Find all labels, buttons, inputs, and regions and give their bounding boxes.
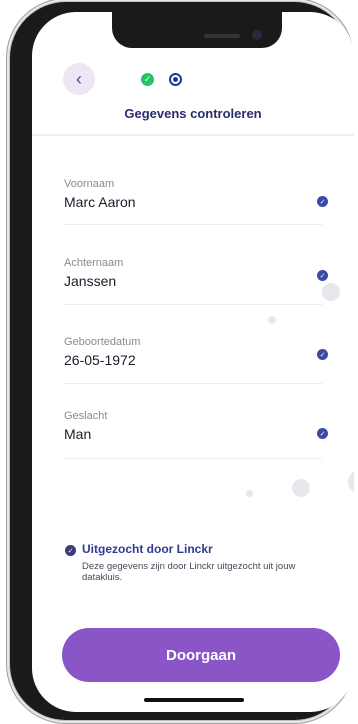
speaker — [204, 34, 240, 38]
page-title: Gegevens controleren — [124, 106, 262, 121]
field-value: Man — [64, 426, 92, 442]
field-divider — [64, 458, 322, 459]
field-geslacht: Geslacht Man — [64, 410, 322, 442]
field-label: Geboortedatum — [64, 336, 141, 348]
verified-check-icon: ✓ — [317, 270, 328, 281]
field-divider — [64, 304, 322, 305]
check-icon: ✓ — [143, 74, 152, 84]
info-text: Deze gegevens zijn door Linckr uitgezoch… — [82, 561, 296, 583]
field-label: Geslacht — [64, 410, 108, 422]
decor-dot — [268, 316, 276, 324]
home-indicator — [144, 698, 244, 702]
screen: ‹ ✓ Gegevens controleren Voornaam Marc A… — [32, 12, 354, 712]
field-value: Marc Aaron — [64, 194, 136, 210]
field-voornaam: Voornaam Marc Aaron — [64, 178, 322, 210]
field-divider — [64, 224, 322, 225]
verified-check-icon: ✓ — [317, 428, 328, 439]
notch — [112, 12, 282, 48]
field-label: Voornaam — [64, 178, 115, 190]
step-current-indicator — [169, 73, 182, 86]
field-achternaam: Achternaam Janssen — [64, 257, 322, 289]
field-label: Achternaam — [64, 257, 124, 269]
field-value: 26-05-1972 — [64, 352, 136, 368]
decor-dot — [348, 470, 354, 494]
verified-check-icon: ✓ — [317, 196, 328, 207]
decor-dot — [246, 490, 253, 497]
verified-check-icon: ✓ — [317, 349, 328, 360]
field-divider — [64, 383, 322, 384]
decor-dot — [322, 283, 340, 301]
phone-frame: ‹ ✓ Gegevens controleren Voornaam Marc A… — [10, 2, 354, 720]
decor-dot — [292, 479, 310, 497]
step-completed-indicator: ✓ — [141, 73, 154, 86]
continue-button[interactable]: Doorgaan — [62, 628, 340, 682]
field-geboortedatum: Geboortedatum 26-05-1972 — [64, 336, 322, 368]
header-divider — [32, 134, 354, 136]
back-button[interactable]: ‹ — [63, 63, 95, 95]
info-check-icon: ✓ — [65, 545, 76, 556]
info-title: Uitgezocht door Linckr — [82, 542, 213, 556]
chevron-left-icon: ‹ — [76, 68, 82, 89]
front-camera — [252, 30, 262, 40]
field-value: Janssen — [64, 273, 117, 289]
